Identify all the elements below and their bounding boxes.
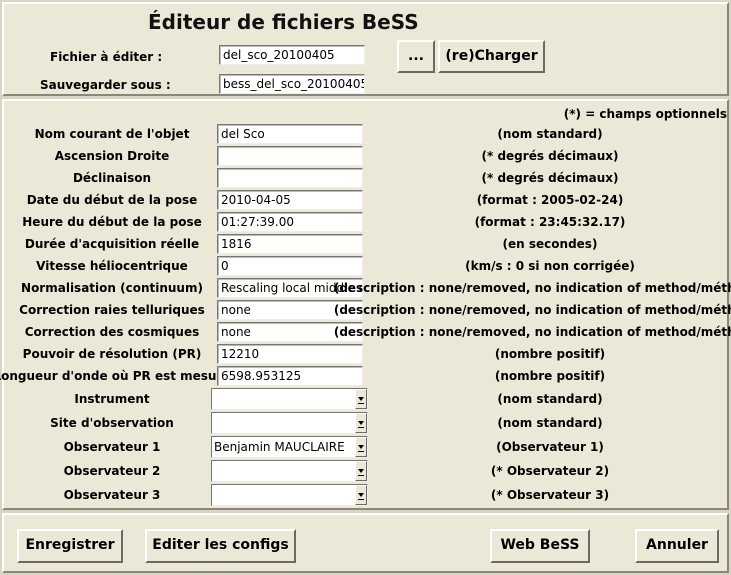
telluric-correction-hint: (description : none/removed, no indicati… xyxy=(333,303,731,317)
heliocentric-velocity-hint: (km/s : 0 si non corrigée) xyxy=(465,259,635,273)
file-to-edit-label: Fichier à éditer : xyxy=(50,50,163,64)
heliocentric-velocity-input[interactable]: 0 xyxy=(217,256,363,276)
web-bess-button[interactable]: Web BeSS xyxy=(490,529,590,563)
save-as-input[interactable]: bess_del_sco_20100405 xyxy=(219,74,365,94)
field-label-cosmics-correction: Correction des cosmiques xyxy=(24,325,200,339)
chevron-down-icon[interactable] xyxy=(355,485,367,505)
observer-1-select-value: Benjamin MAUCLAIRE xyxy=(214,440,345,454)
observer-1-select[interactable]: Benjamin MAUCLAIRE xyxy=(211,436,368,458)
instrument-hint: (nom standard) xyxy=(497,392,603,406)
save-as-label: Sauvegarder sous : xyxy=(40,78,171,92)
field-label-instrument: Instrument xyxy=(74,392,150,406)
exposure-date-input[interactable]: 2010-04-05 xyxy=(217,190,363,210)
browse-button[interactable]: ... xyxy=(397,40,435,73)
duration-hint: (en secondes) xyxy=(502,237,598,251)
cancel-button[interactable]: Annuler xyxy=(635,529,719,563)
wavelength-hint: (nombre positif) xyxy=(494,369,606,383)
chevron-down-icon[interactable] xyxy=(355,389,367,409)
reload-button[interactable]: (re)Charger xyxy=(438,40,545,73)
optional-fields-note: (*) = champs optionnels xyxy=(563,107,727,121)
field-label-wavelength: Longueur d'onde où PR est mesuré xyxy=(0,369,231,383)
metadata-form-panel: (*) = champs optionnels Nom courant de l… xyxy=(0,99,731,510)
field-label-object-name: Nom courant de l'objet xyxy=(34,127,190,141)
declination-input[interactable] xyxy=(217,168,363,188)
observer-3-select[interactable] xyxy=(211,484,368,506)
object-name-input[interactable]: del Sco xyxy=(217,124,363,144)
resolving-power-input[interactable]: 12210 xyxy=(217,344,363,364)
window-title: Éditeur de fichiers BeSS xyxy=(148,10,419,34)
observation-site-select[interactable] xyxy=(211,412,368,434)
action-panel: Enregistrer Editer les configs Web BeSS … xyxy=(2,513,729,573)
duration-input[interactable]: 1816 xyxy=(217,234,363,254)
field-label-observer-2: Observateur 2 xyxy=(63,464,161,478)
file-to-edit-input[interactable]: del_sco_20100405 xyxy=(219,45,365,65)
instrument-select[interactable] xyxy=(211,388,368,410)
exposure-date-hint: (format : 2005-02-24) xyxy=(476,193,624,207)
field-label-telluric-correction: Correction raies telluriques xyxy=(19,303,205,317)
field-label-declination: Déclinaison xyxy=(72,171,152,185)
field-label-resolving-power: Pouvoir de résolution (PR) xyxy=(22,347,202,361)
field-label-duration: Durée d'acquisition réelle xyxy=(24,237,200,251)
field-label-observer-3: Observateur 3 xyxy=(63,488,161,502)
wavelength-input[interactable]: 6598.953125 xyxy=(217,366,363,386)
object-name-hint: (nom standard) xyxy=(497,127,603,141)
field-label-observation-site: Site d'observation xyxy=(50,416,174,430)
field-label-normalisation: Normalisation (continuum) xyxy=(21,281,203,295)
observer-2-select[interactable] xyxy=(211,460,368,482)
exposure-time-input[interactable]: 01:27:39.00 xyxy=(217,212,363,232)
file-selection-panel: Éditeur de fichiers BeSS Fichier à édite… xyxy=(2,2,729,96)
field-label-exposure-date: Date du début de la pose xyxy=(26,193,198,207)
cosmics-correction-hint: (description : none/removed, no indicati… xyxy=(333,325,731,339)
right-ascension-input[interactable] xyxy=(217,146,363,166)
field-label-right-ascension: Ascension Droite xyxy=(54,149,170,163)
field-label-exposure-time: Heure du début de la pose xyxy=(22,215,202,229)
declination-hint: (* degrés décimaux) xyxy=(481,171,619,185)
observer-3-hint: (* Observateur 3) xyxy=(490,488,610,502)
right-ascension-hint: (* degrés décimaux) xyxy=(481,149,619,163)
observation-site-hint: (nom standard) xyxy=(497,416,603,430)
save-button[interactable]: Enregistrer xyxy=(17,529,123,563)
chevron-down-icon[interactable] xyxy=(355,437,367,457)
chevron-down-icon[interactable] xyxy=(355,413,367,433)
field-label-observer-1: Observateur 1 xyxy=(63,440,161,454)
normalisation-hint: (description : none/removed, no indicati… xyxy=(333,281,731,295)
field-label-heliocentric-velocity: Vitesse héliocentrique xyxy=(36,259,188,273)
resolving-power-hint: (nombre positif) xyxy=(494,347,606,361)
edit-configs-button[interactable]: Editer les configs xyxy=(145,529,296,563)
observer-1-hint: (Observateur 1) xyxy=(496,440,604,454)
exposure-time-hint: (format : 23:45:32.17) xyxy=(474,215,626,229)
chevron-down-icon[interactable] xyxy=(355,461,367,481)
observer-2-hint: (* Observateur 2) xyxy=(490,464,610,478)
